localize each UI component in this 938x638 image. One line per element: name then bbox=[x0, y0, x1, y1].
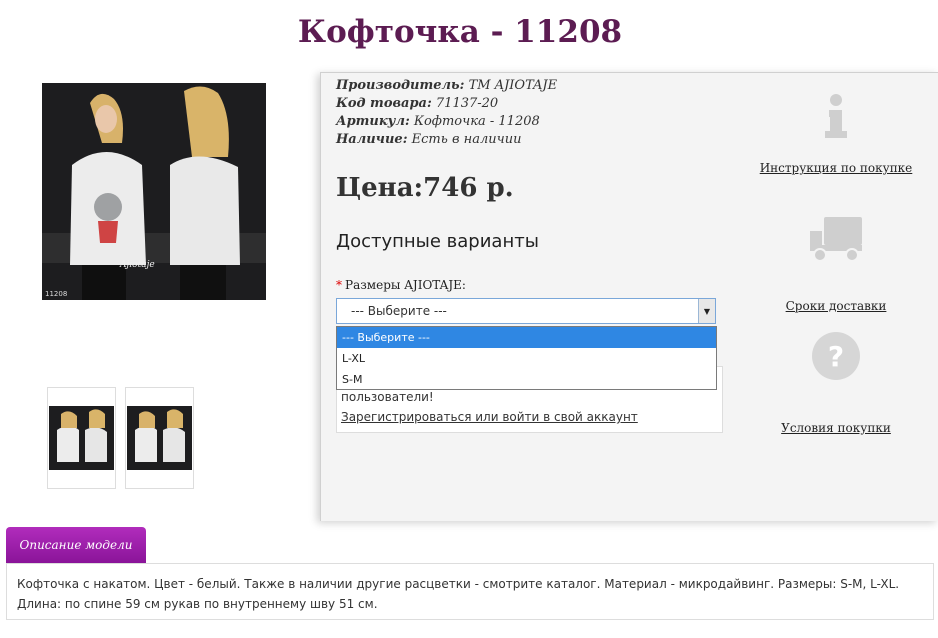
stock-row: Наличие: Есть в наличии bbox=[336, 131, 557, 149]
chevron-down-icon[interactable]: ▼ bbox=[698, 299, 715, 323]
size-select-value: --- Выберите --- bbox=[351, 304, 447, 318]
size-option[interactable]: S-M bbox=[337, 369, 716, 390]
register-link[interactable]: Зарегистрироваться или войти в свой акка… bbox=[341, 410, 638, 424]
question-icon: ? bbox=[812, 332, 860, 380]
photo-code: 11208 bbox=[45, 290, 68, 298]
thumbnail-image bbox=[49, 406, 114, 470]
delivery-link[interactable]: Сроки доставки bbox=[786, 299, 887, 313]
tab-description[interactable]: Описание модели bbox=[6, 527, 146, 563]
page-title: Кофточка - 11208 bbox=[297, 14, 623, 50]
register-text: пользователи! bbox=[341, 390, 434, 404]
manufacturer-row: Производитель: ТМ AJIOTAJE bbox=[336, 77, 557, 95]
size-dropdown[interactable]: --- Выберите --- L-XL S-M bbox=[336, 326, 717, 390]
instruction-link[interactable]: Инструкция по покупке bbox=[760, 161, 913, 175]
product-info: Производитель: ТМ AJIOTAJE Код товара: 7… bbox=[336, 77, 557, 149]
variants-title: Доступные варианты bbox=[336, 231, 539, 252]
stock-label: Наличие: bbox=[336, 132, 408, 147]
size-option[interactable]: L-XL bbox=[337, 348, 716, 369]
info-icon bbox=[825, 94, 847, 138]
delivery-block: Сроки доставки bbox=[751, 215, 921, 314]
code-row: Код товара: 71137-20 bbox=[336, 95, 557, 113]
article-value: Кофточка - 11208 bbox=[413, 114, 540, 129]
thumbnail-1[interactable] bbox=[47, 387, 116, 489]
terms-block: ? Условия покупки bbox=[751, 331, 921, 436]
thumbnail-image bbox=[127, 406, 192, 470]
size-label-text: Размеры AJIOTAJE: bbox=[345, 278, 466, 292]
product-main-image[interactable]: Ajiotaje 11208 bbox=[42, 83, 266, 300]
required-mark: * bbox=[336, 278, 342, 292]
instruction-block: Инструкция по покупке bbox=[751, 93, 921, 176]
stock-value: Есть в наличии bbox=[411, 132, 522, 147]
size-option[interactable]: --- Выберите --- bbox=[337, 327, 716, 348]
size-label: * Размеры AJIOTAJE: bbox=[336, 278, 466, 292]
manufacturer-value: ТМ AJIOTAJE bbox=[468, 78, 558, 93]
price: Цена:746 р. bbox=[336, 173, 514, 203]
code-value: 71137-20 bbox=[435, 96, 499, 111]
article-row: Артикул: Кофточка - 11208 bbox=[336, 113, 557, 131]
product-photo: Ajiotaje bbox=[42, 83, 266, 300]
svg-text:Ajiotaje: Ajiotaje bbox=[119, 260, 155, 270]
svg-text:?: ? bbox=[828, 340, 844, 373]
manufacturer-label: Производитель: bbox=[336, 78, 465, 93]
product-info-panel: Производитель: ТМ AJIOTAJE Код товара: 7… bbox=[320, 72, 938, 521]
thumbnail-2[interactable] bbox=[125, 387, 194, 489]
article-label: Артикул: bbox=[336, 114, 410, 129]
description-text: Кофточка с накатом. Цвет - белый. Также … bbox=[6, 563, 934, 620]
truck-icon bbox=[810, 217, 862, 262]
size-select[interactable]: --- Выберите --- ▼ bbox=[336, 298, 716, 324]
terms-link[interactable]: Условия покупки bbox=[781, 421, 891, 435]
code-label: Код товара: bbox=[336, 96, 432, 111]
